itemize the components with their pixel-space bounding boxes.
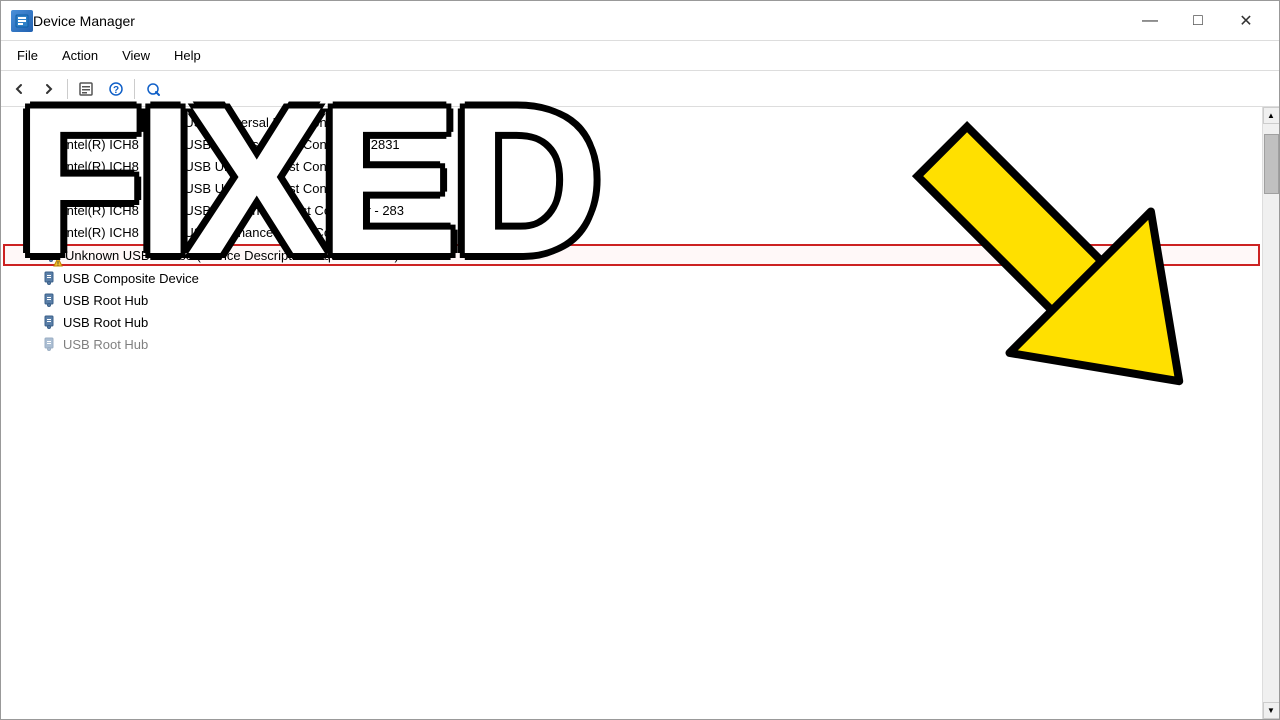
main-content: Intel(R) ICH8 Family USB Universal Host …	[1, 107, 1279, 719]
back-button[interactable]	[5, 75, 33, 103]
device-label: Intel(R) ICH8 Family USB2 Enhanced Host …	[63, 225, 413, 240]
usb-icon	[41, 180, 57, 196]
list-item[interactable]: Intel(R) ICH8 Family USB Universal Host …	[1, 111, 1262, 133]
list-item-usb-root-hub-3[interactable]: USB Root Hub	[1, 333, 1262, 355]
minimize-button[interactable]: —	[1127, 6, 1173, 36]
window-controls: — □ ✕	[1127, 6, 1269, 36]
device-label: USB Root Hub	[63, 315, 148, 330]
menu-bar: File Action View Help	[1, 41, 1279, 71]
toolbar-separator-1	[67, 79, 68, 99]
device-label: Intel(R) ICH8 Family USB Universal Host …	[63, 115, 400, 130]
usb-warning-icon: !	[43, 247, 59, 263]
list-item[interactable]: Intel(R) ICH8 Family USB Universal Host …	[1, 155, 1262, 177]
device-label: USB Composite Device	[63, 271, 199, 286]
list-item[interactable]: USB Composite Device	[1, 267, 1262, 289]
usb-icon	[41, 136, 57, 152]
svg-text:?: ?	[113, 85, 119, 96]
list-item-usb-root-hub-2[interactable]: USB Root Hub	[1, 311, 1262, 333]
device-label: Intel(R) ICH8 Family USB Universal Host …	[63, 181, 400, 196]
unknown-usb-device-item[interactable]: ! Unknown USB Device (Device Descriptor …	[3, 244, 1260, 266]
menu-view[interactable]: View	[110, 44, 162, 67]
list-item-usb-root-hub-1[interactable]: USB Root Hub	[1, 289, 1262, 311]
toolbar: ?	[1, 71, 1279, 107]
device-label: Intel(R) ICH8 Family USB Universal Host …	[63, 159, 400, 174]
unknown-device-label: Unknown USB Device (Device Descriptor Re…	[65, 248, 399, 263]
usb-icon	[41, 158, 57, 174]
title-bar: Device Manager — □ ✕	[1, 1, 1279, 41]
usb-icon	[41, 114, 57, 130]
forward-button[interactable]	[35, 75, 63, 103]
scroll-up-button[interactable]: ▲	[1263, 107, 1280, 124]
device-label: Intel(R) ICH8 Family USB Universal Host …	[63, 137, 400, 152]
app-icon	[11, 10, 33, 32]
maximize-button[interactable]: □	[1175, 6, 1221, 36]
window-title: Device Manager	[33, 13, 1127, 29]
list-item[interactable]: Intel(R) ICH8 Family USB2 Enhanced Host …	[1, 199, 1262, 221]
scan-button[interactable]	[139, 75, 167, 103]
usb-icon	[41, 224, 57, 240]
device-list: Intel(R) ICH8 Family USB Universal Host …	[1, 107, 1262, 719]
device-label: USB Root Hub	[63, 337, 148, 352]
toolbar-separator-2	[134, 79, 135, 99]
device-tree: Intel(R) ICH8 Family USB Universal Host …	[1, 107, 1262, 359]
help-button[interactable]: ?	[102, 75, 130, 103]
scroll-track[interactable]	[1263, 124, 1280, 702]
device-label: Intel(R) ICH8 Family USB2 Enhanced Host …	[63, 203, 404, 218]
menu-action[interactable]: Action	[50, 44, 110, 67]
properties-button[interactable]	[72, 75, 100, 103]
list-item[interactable]: Intel(R) ICH8 Family USB Universal Host …	[1, 177, 1262, 199]
scroll-thumb[interactable]	[1264, 134, 1279, 194]
usb-icon	[41, 292, 57, 308]
device-manager-window: Device Manager — □ ✕ File Action View He…	[0, 0, 1280, 720]
device-label: USB Root Hub	[63, 293, 148, 308]
list-item[interactable]: Intel(R) ICH8 Family USB Universal Host …	[1, 133, 1262, 155]
usb-icon	[41, 270, 57, 286]
scroll-down-button[interactable]: ▼	[1263, 702, 1280, 719]
list-item[interactable]: Intel(R) ICH8 Family USB2 Enhanced Host …	[1, 221, 1262, 243]
usb-icon	[41, 314, 57, 330]
usb-icon	[41, 202, 57, 218]
menu-help[interactable]: Help	[162, 44, 213, 67]
usb-icon	[41, 336, 57, 352]
scrollbar[interactable]: ▲ ▼	[1262, 107, 1279, 719]
menu-file[interactable]: File	[5, 44, 50, 67]
close-button[interactable]: ✕	[1223, 6, 1269, 36]
